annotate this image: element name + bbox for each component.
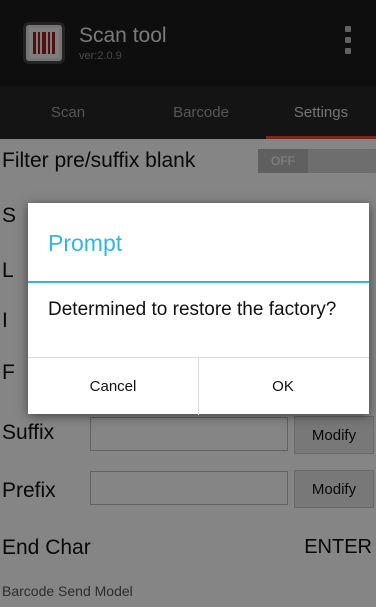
restore-factory-dialog: Prompt Determined to restore the factory… [28, 203, 369, 415]
dialog-button-bar: Cancel OK [28, 357, 369, 415]
dialog-message: Determined to restore the factory? [48, 299, 337, 320]
dialog-divider [28, 281, 369, 283]
dialog-title: Prompt [48, 230, 123, 256]
cancel-button[interactable]: Cancel [28, 358, 199, 415]
ok-button[interactable]: OK [198, 358, 368, 415]
